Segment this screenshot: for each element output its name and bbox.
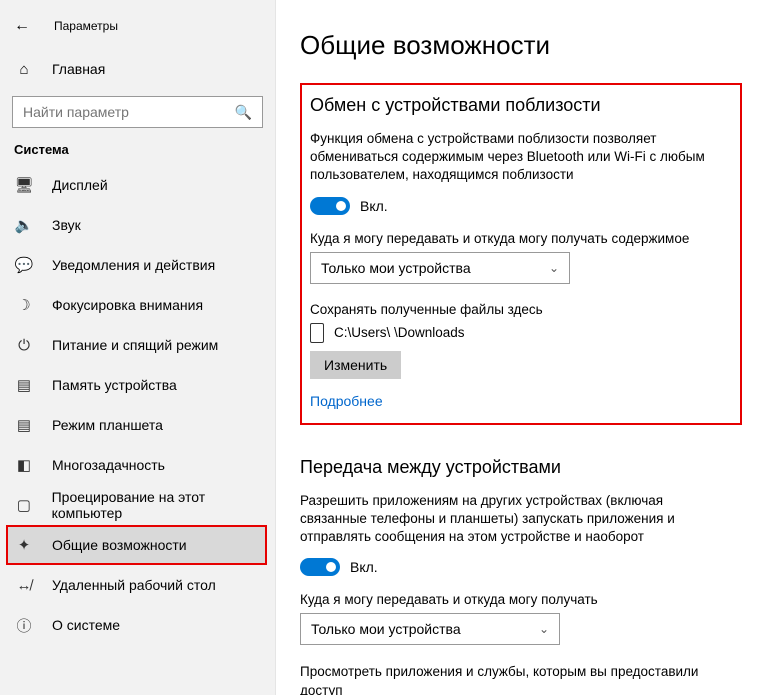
project-icon: ▢ — [14, 496, 34, 514]
learn-more-link[interactable]: Подробнее — [310, 393, 728, 409]
moon-icon: ☽ — [14, 296, 34, 314]
change-button[interactable]: Изменить — [310, 351, 401, 379]
info-icon: ⓘ — [14, 615, 34, 636]
across-desc: Разрешить приложениям на других устройст… — [300, 492, 730, 547]
storage-icon: ▤ — [14, 376, 34, 394]
nearby-toggle-row: Вкл. — [310, 197, 728, 215]
nearby-save-path-row: C:\Users\ \Downloads — [310, 323, 728, 343]
sidebar-item-label: Общие возможности — [52, 537, 187, 553]
home-label: Главная — [52, 61, 105, 77]
sidebar-item-focus[interactable]: ☽ Фокусировка внимания — [0, 285, 275, 325]
multitask-icon: ◧ — [14, 456, 34, 474]
sidebar: ← Параметры ⌂ Главная 🔍 Система 🖥 Диспле… — [0, 0, 276, 695]
sidebar-item-projecting[interactable]: ▢ Проецирование на этот компьютер — [0, 485, 275, 525]
across-toggle-row: Вкл. — [300, 558, 742, 576]
sidebar-item-label: Многозадачность — [52, 457, 165, 473]
sidebar-item-label: О системе — [52, 617, 120, 633]
page-title: Общие возможности — [300, 30, 742, 61]
window-title: Параметры — [54, 19, 118, 33]
power-icon: ⏻ — [14, 337, 34, 354]
search-input[interactable]: 🔍 — [12, 96, 263, 128]
select-value: Только мои устройства — [311, 621, 461, 637]
sidebar-item-label: Дисплей — [52, 177, 108, 193]
across-title: Передача между устройствами — [300, 457, 742, 478]
nearby-toggle[interactable] — [310, 197, 350, 215]
chevron-down-icon: ⌄ — [539, 622, 549, 636]
home-icon: ⌂ — [14, 61, 34, 78]
across-footer: Просмотреть приложения и службы, которым… — [300, 663, 730, 695]
nearby-desc: Функция обмена с устройствами поблизости… — [310, 130, 728, 185]
across-toggle-label: Вкл. — [350, 559, 378, 575]
select-value: Только мои устройства — [321, 260, 471, 276]
nearby-transfer-label: Куда я могу передавать и откуда могу пол… — [310, 231, 728, 246]
nearby-title: Обмен с устройствами поблизости — [310, 95, 728, 116]
search-icon: 🔍 — [235, 104, 252, 121]
sidebar-item-label: Звук — [52, 217, 81, 233]
nearby-sharing-group: Обмен с устройствами поблизости Функция … — [300, 83, 742, 425]
sidebar-item-power[interactable]: ⏻ Питание и спящий режим — [0, 325, 275, 365]
remote-icon: ↮ — [14, 577, 34, 594]
sidebar-item-label: Фокусировка внимания — [52, 297, 203, 313]
nearby-transfer-select[interactable]: Только мои устройства ⌄ — [310, 252, 570, 284]
notification-icon: 💬 — [14, 256, 34, 274]
across-devices-group: Передача между устройствами Разрешить пр… — [300, 447, 742, 695]
sound-icon: 🔈 — [14, 216, 34, 234]
sidebar-item-label: Уведомления и действия — [52, 257, 215, 273]
across-transfer-label: Куда я могу передавать и откуда могу пол… — [300, 592, 742, 607]
sidebar-item-label: Удаленный рабочий стол — [52, 577, 216, 593]
device-icon — [310, 323, 324, 343]
sidebar-item-display[interactable]: 🖥 Дисплей — [0, 165, 275, 205]
chevron-down-icon: ⌄ — [549, 261, 559, 275]
sidebar-item-tablet[interactable]: ▤ Режим планшета — [0, 405, 275, 445]
share-icon: ✦ — [14, 536, 34, 554]
tablet-icon: ▤ — [14, 416, 34, 434]
sidebar-section-label: Система — [0, 142, 275, 157]
back-icon[interactable]: ← — [14, 17, 30, 35]
sidebar-item-shared[interactable]: ✦ Общие возможности — [6, 525, 267, 565]
sidebar-item-about[interactable]: ⓘ О системе — [0, 605, 275, 645]
sidebar-item-label: Питание и спящий режим — [52, 337, 218, 353]
nearby-save-path: C:\Users\ \Downloads — [334, 325, 465, 340]
sidebar-item-storage[interactable]: ▤ Память устройства — [0, 365, 275, 405]
sidebar-item-label: Память устройства — [52, 377, 177, 393]
sidebar-item-sound[interactable]: 🔈 Звук — [0, 205, 275, 245]
search-field[interactable] — [21, 103, 254, 121]
sidebar-item-label: Проецирование на этот компьютер — [52, 489, 275, 521]
across-toggle[interactable] — [300, 558, 340, 576]
sidebar-item-multitask[interactable]: ◧ Многозадачность — [0, 445, 275, 485]
monitor-icon: 🖥 — [14, 176, 34, 194]
nearby-toggle-label: Вкл. — [360, 198, 388, 214]
content-pane: Общие возможности Обмен с устройствами п… — [276, 0, 768, 695]
sidebar-item-notifications[interactable]: 💬 Уведомления и действия — [0, 245, 275, 285]
window-header: ← Параметры — [0, 6, 275, 46]
across-transfer-select[interactable]: Только мои устройства ⌄ — [300, 613, 560, 645]
sidebar-item-remote[interactable]: ↮ Удаленный рабочий стол — [0, 565, 275, 605]
home-row[interactable]: ⌂ Главная — [0, 50, 275, 88]
nearby-save-label: Сохранять полученные файлы здесь — [310, 302, 728, 317]
sidebar-item-label: Режим планшета — [52, 417, 163, 433]
